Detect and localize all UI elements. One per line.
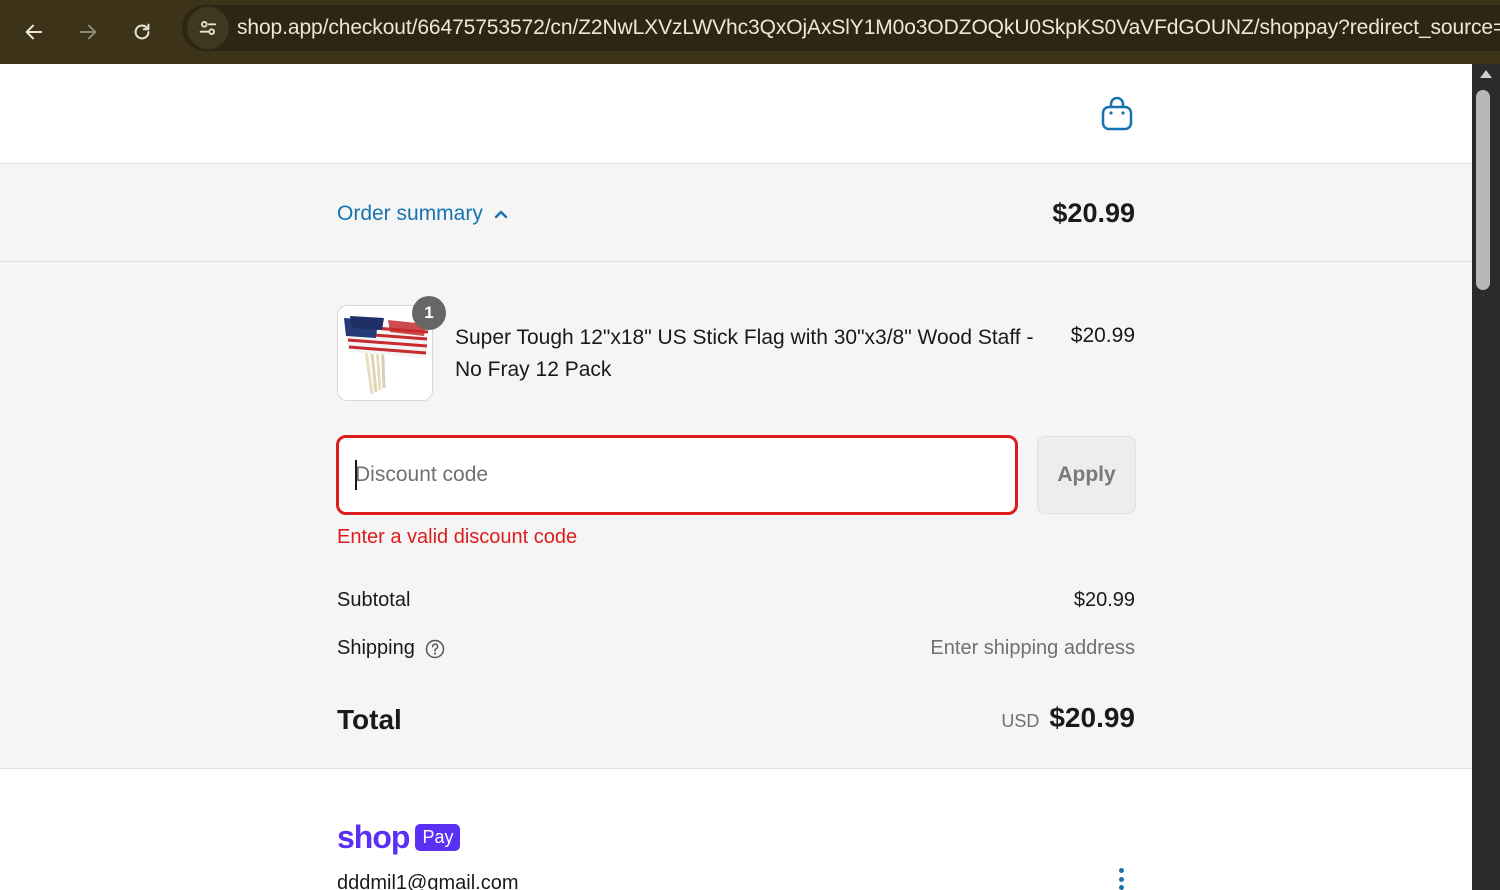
more-options-icon[interactable] [1113, 864, 1129, 890]
shipping-label: Shipping [337, 637, 415, 659]
tune-icon [199, 21, 217, 35]
total-value: USD $20.99 [1001, 702, 1135, 734]
shop-pay-pill: Pay [415, 824, 461, 851]
shipping-row: Shipping [337, 637, 445, 660]
forward-button[interactable] [61, 4, 115, 60]
shopping-bag-icon[interactable] [1100, 96, 1134, 132]
total-label: Total [337, 704, 402, 735]
text-cursor [355, 460, 357, 490]
shop-pay-brand: shop [337, 819, 410, 855]
shop-pay-logo: shop Pay [337, 819, 461, 856]
order-summary-bar: Order summary $20.99 [0, 164, 1472, 262]
browser-toolbar: shop.app/checkout/66475753572/cn/Z2NwLXV… [0, 0, 1500, 64]
scroll-up-arrow-icon[interactable] [1480, 70, 1492, 78]
product-price: $20.99 [1070, 324, 1135, 347]
scroll-thumb[interactable] [1476, 90, 1490, 290]
shop-pay-email: dddmil1@gmail.com [337, 872, 519, 890]
order-summary-label: Order summary [337, 202, 483, 225]
checkout-header [0, 64, 1472, 164]
discount-error-message: Enter a valid discount code [337, 526, 578, 548]
help-circle-icon[interactable] [425, 639, 445, 659]
reload-button[interactable] [115, 4, 169, 60]
product-name: Super Tough 12"x18" US Stick Flag with 3… [455, 326, 1034, 381]
arrow-left-icon [25, 24, 43, 40]
back-button[interactable] [7, 4, 61, 60]
site-info-button[interactable] [187, 7, 229, 49]
checkout-page: Order summary $20.99 1 Super Tough 12"x1… [0, 64, 1472, 890]
order-summary-total: $20.99 [1052, 198, 1135, 228]
address-bar[interactable]: shop.app/checkout/66475753572/cn/Z2NwLXV… [182, 5, 1500, 51]
subtotal-label: Subtotal [337, 589, 411, 611]
subtotal-value: $20.99 [1073, 589, 1135, 611]
scrollbar[interactable] [1472, 64, 1500, 890]
discount-code-input[interactable] [336, 435, 1018, 515]
order-summary-details: 1 Super Tough 12"x18" US Stick Flag with… [0, 262, 1472, 769]
url-text: shop.app/checkout/66475753572/cn/Z2NwLXV… [237, 16, 1500, 39]
quantity-badge: 1 [412, 296, 446, 330]
currency-code: USD [1001, 711, 1040, 731]
arrow-right-icon [79, 24, 97, 40]
total-amount: $20.99 [1049, 702, 1135, 733]
product-thumbnail: 1 [337, 296, 446, 401]
reload-icon [134, 23, 150, 40]
order-summary-toggle[interactable]: Order summary [337, 202, 509, 226]
shipping-value: Enter shipping address [930, 637, 1135, 659]
apply-button[interactable]: Apply [1037, 436, 1136, 514]
chevron-up-icon [494, 210, 508, 219]
